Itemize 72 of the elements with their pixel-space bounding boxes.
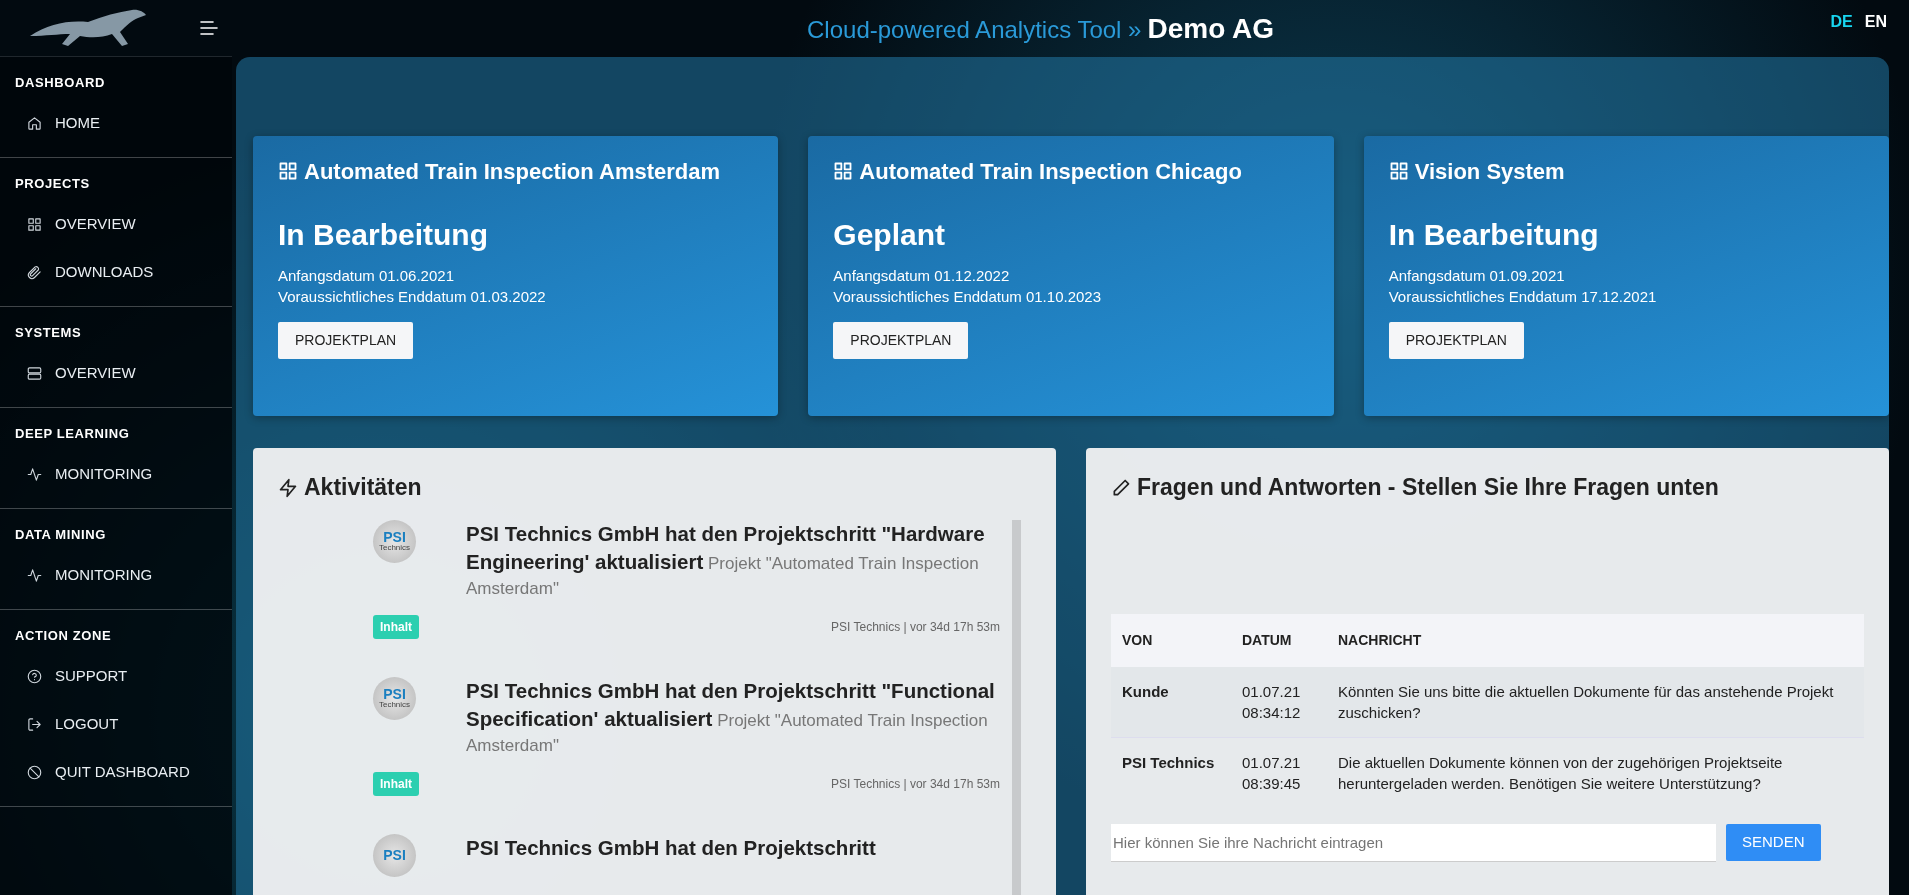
project-title: Automated Train Inspection Amsterdam (304, 159, 721, 184)
app-title: Cloud-powered Analytics Tool » (807, 15, 1142, 43)
column-header: VON (1111, 613, 1231, 667)
scrollbar[interactable] (1012, 519, 1021, 895)
company-logo: PSI (373, 833, 416, 877)
end-date: Voraussichtliches Enddatum 17.12.2021 (1388, 287, 1658, 308)
company-logo: PSI Technics (373, 519, 416, 563)
project-plan-button[interactable]: PROJEKTPLAN (833, 322, 969, 359)
section-heading: DATA MINING (15, 526, 107, 544)
section-heading: DEEP LEARNING (15, 425, 131, 443)
section-heading: SYSTEMS (15, 324, 83, 342)
sidebar-item[interactable]: MONITORING (0, 551, 232, 599)
sidebar-item[interactable]: SUPPORT (0, 652, 232, 700)
table-cell: Könnten Sie uns bitte die aktuellen Dokumente für das anstehende Projekt zuschicken? (1327, 666, 1864, 738)
activity-text: PSI Technics GmbH hat den Projektschritt "Hardware Engineering' aktualisiert Projekt "Automated Train Inspection Amsterdam" (466, 520, 986, 600)
project-plan-button[interactable]: PROJEKTPLAN (1388, 322, 1524, 359)
company-logo: PSI Technics (373, 676, 416, 720)
activity-icon (27, 567, 42, 583)
server-icon (27, 365, 42, 381)
sidebar-item[interactable]: QUIT DASHBOARD (0, 748, 232, 796)
logout-icon (27, 716, 42, 732)
activity-icon (27, 466, 42, 482)
panel-title: Fragen und Antworten - Stellen Sie Ihre Fragen unten (1137, 474, 1719, 502)
table-cell: 01.07.21 08:34:12 (1231, 666, 1327, 738)
language-option[interactable]: EN (1864, 10, 1887, 34)
start-date: Anfangsdatum 01.12.2022 (833, 265, 1011, 286)
table-cell: 01.07.21 08:39:45 (1231, 737, 1327, 808)
project-status: Geplant (833, 216, 946, 253)
help-icon (27, 668, 42, 684)
sidebar-item[interactable]: OVERVIEW (0, 200, 232, 248)
activity-text: PSI Technics GmbH hat den Projektschritt "Functional Specification' aktualisiert Projekt "Automated Train Inspection Amsterdam" (466, 677, 996, 758)
paperclip-icon (27, 264, 42, 280)
menu-icon[interactable] (200, 21, 218, 35)
project-status: In Bearbeitung (278, 216, 489, 253)
project-plan-button[interactable]: PROJEKTPLAN (278, 322, 414, 359)
sidebar-item[interactable]: MONITORING (0, 450, 232, 498)
sidebar-item[interactable]: HOME (0, 99, 232, 147)
project-title: Vision System (1414, 159, 1565, 184)
start-date: Anfangsdatum 01.09.2021 (1388, 265, 1566, 286)
section-heading: PROJECTS (15, 175, 91, 193)
start-date: Anfangsdatum 01.06.2021 (278, 265, 455, 286)
tag: Inhalt (373, 614, 419, 639)
column-header: DATUM (1231, 613, 1327, 667)
grid-icon (278, 161, 298, 181)
project-title: Automated Train Inspection Chicago (859, 159, 1242, 184)
end-date: Voraussichtliches Enddatum 01.10.2023 (833, 287, 1102, 308)
company-name: Demo AG (1147, 12, 1274, 44)
ban-icon (27, 764, 42, 780)
pencil-icon (1111, 477, 1131, 498)
table-cell: PSI Technics (1111, 737, 1231, 808)
message-input[interactable]: Hier können Sie ihre Nachricht eintragen (1111, 823, 1716, 862)
project-status: In Bearbeitung (1388, 216, 1600, 253)
section-heading: ACTION ZONE (15, 627, 113, 645)
grid-icon (1388, 161, 1409, 181)
end-date: Voraussichtliches Enddatum 01.03.2022 (278, 287, 547, 308)
activity-text: PSI Technics GmbH hat den Projektschritt (466, 834, 877, 861)
panel-title: Aktivitäten (304, 474, 422, 502)
sidebar-item[interactable]: OVERVIEW (0, 349, 232, 397)
table-cell: Kunde (1111, 666, 1231, 738)
activity-meta: PSI Technics | vor 34d 17h 53m (830, 775, 1000, 793)
tag: Inhalt (373, 771, 419, 796)
activity-meta: PSI Technics | vor 34d 17h 53m (830, 618, 1000, 636)
language-option[interactable]: DE (1830, 10, 1853, 34)
home-icon (27, 115, 42, 131)
section-heading: DASHBOARD (15, 74, 106, 92)
lightning-icon (278, 476, 298, 499)
grid-icon (833, 161, 854, 181)
grid-icon (27, 216, 42, 232)
sidebar-item[interactable]: DOWNLOADS (0, 248, 232, 296)
table-cell: Die aktuellen Dokumente können von der zugehörigen Projektseite heruntergeladen werden. Benötigen Sie weitere Unterstützung? (1327, 737, 1864, 808)
sidebar-item[interactable]: LOGOUT (0, 700, 232, 748)
column-header: NACHRICHT (1327, 613, 1864, 667)
